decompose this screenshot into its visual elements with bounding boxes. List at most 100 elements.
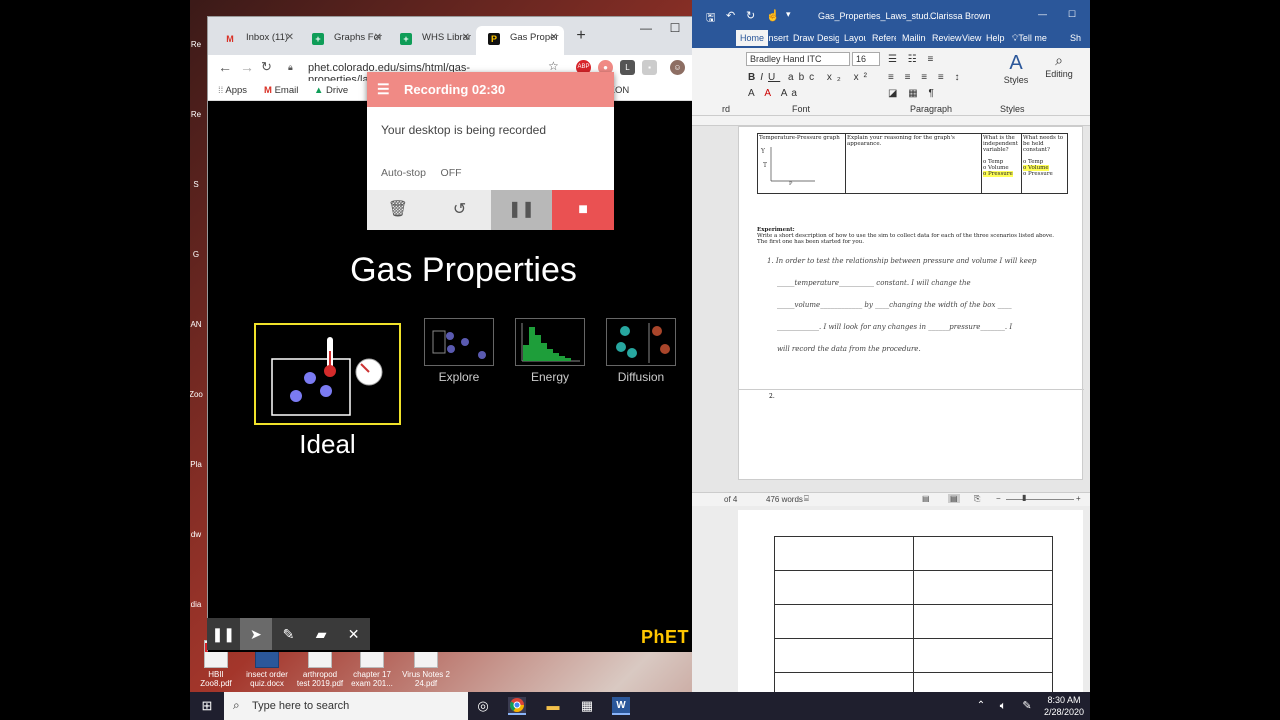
avatar[interactable]: ☺: [670, 60, 685, 75]
hamburger-menu-icon[interactable]: ☰: [377, 81, 390, 98]
print-layout-icon[interactable]: ▤: [948, 494, 960, 503]
tab-design[interactable]: Design: [817, 33, 839, 43]
tab-view[interactable]: View: [962, 33, 981, 43]
desktop-icon-partial[interactable]: dia: [190, 600, 206, 609]
reload-icon[interactable]: ↻: [261, 59, 272, 75]
tab-insert[interactable]: Insert: [766, 33, 789, 43]
restart-icon[interactable]: ↺: [428, 190, 491, 230]
screen-label: Energy: [530, 370, 570, 384]
maximize-button[interactable]: ☐: [1068, 9, 1076, 20]
tab-whs-library[interactable]: + WHS Librar ✕: [388, 26, 476, 55]
new-tab-button[interactable]: +: [566, 27, 596, 45]
font-name-field[interactable]: Bradley Hand ITC: [746, 52, 850, 66]
desktop-icon-partial[interactable]: Re: [190, 40, 206, 49]
document-page-2[interactable]: [738, 510, 1083, 707]
volume-icon[interactable]: 🔈︎: [994, 697, 1012, 715]
word-taskbar-icon[interactable]: W: [612, 697, 630, 715]
read-mode-icon[interactable]: ▤: [922, 494, 930, 503]
close-icon[interactable]: ✕: [550, 32, 558, 43]
clock[interactable]: 8:30 AM 2/28/2020: [1042, 694, 1086, 718]
extension-icon[interactable]: ▪: [642, 60, 657, 75]
desktop-icon-partial[interactable]: Zoo: [190, 390, 206, 399]
pointer-icon[interactable]: ➤: [239, 618, 273, 650]
screen-energy[interactable]: Energy: [515, 318, 585, 384]
chrome-taskbar-icon[interactable]: [508, 697, 526, 715]
chevron-up-icon[interactable]: ⌃: [972, 697, 990, 715]
pause-icon[interactable]: ❚❚: [207, 618, 240, 650]
tab-share[interactable]: Sh: [1070, 33, 1081, 43]
tab-home[interactable]: Home: [736, 30, 769, 46]
tell-me[interactable]: 💡︎Tell me: [1012, 33, 1047, 44]
tab-review[interactable]: Review: [932, 33, 962, 43]
tab-inbox[interactable]: M Inbox (11) ✕: [212, 26, 300, 55]
alignment-buttons[interactable]: ≡ ≡ ≡ ≡ ↕: [888, 72, 963, 83]
tab-layout[interactable]: Layout: [844, 33, 866, 43]
bookmark-drive[interactable]: ▲ Drive: [314, 85, 348, 96]
ruler[interactable]: [692, 116, 1090, 126]
zoom-slider[interactable]: [1006, 499, 1074, 500]
customize-icon[interactable]: ▾: [786, 9, 791, 20]
tab-mailings[interactable]: Mailings: [902, 33, 926, 43]
font-color-buttons[interactable]: A A Aa: [748, 88, 801, 99]
touch-mode-icon[interactable]: ☝: [766, 9, 780, 22]
zoom-out-icon[interactable]: −: [996, 494, 1001, 503]
screen-diffusion[interactable]: Diffusion: [606, 318, 676, 384]
user-name[interactable]: Clarissa Brown: [930, 11, 991, 21]
bookmark-email[interactable]: M Email: [264, 85, 298, 96]
web-layout-icon[interactable]: ⎘: [974, 494, 980, 504]
redo-icon[interactable]: ↻: [746, 9, 755, 22]
font-size-field[interactable]: 16: [852, 52, 880, 66]
maximize-button[interactable]: ☐: [660, 21, 690, 35]
desktop-icon-partial[interactable]: dw: [190, 530, 206, 539]
bookmark-apps[interactable]: ⁞⁞ Apps: [218, 85, 247, 96]
tab-graphs[interactable]: + Graphs For ✕: [300, 26, 388, 55]
document-page[interactable]: Temperature-Pressure graph YT P Explain y…: [738, 126, 1084, 480]
list-buttons[interactable]: ☰ ☷ ≡: [888, 54, 937, 65]
desktop-icon-partial[interactable]: Pla: [190, 460, 206, 469]
eraser-icon[interactable]: ▰: [305, 618, 338, 650]
pen-icon[interactable]: ✎: [272, 618, 305, 650]
close-icon[interactable]: ✕: [462, 32, 470, 43]
pause-icon[interactable]: ❚❚: [490, 190, 553, 230]
tab-gas-properties[interactable]: P Gas Proper ✕: [476, 26, 564, 55]
screen-ideal[interactable]: Ideal: [254, 323, 401, 460]
table-cell: What needs to be held constant? o Temp o…: [1021, 133, 1068, 194]
autostop-row[interactable]: Auto-stop OFF: [367, 167, 614, 190]
close-icon[interactable]: ✕: [374, 32, 382, 43]
star-icon[interactable]: ☆: [548, 59, 559, 73]
page-count[interactable]: of 4: [724, 495, 737, 504]
close-icon[interactable]: ✕: [337, 618, 370, 650]
trash-icon[interactable]: 🗑︎: [367, 190, 429, 230]
screen-explore[interactable]: Explore: [424, 318, 494, 384]
desktop-icon-partial[interactable]: S: [190, 180, 206, 189]
shading-buttons[interactable]: ◪ ▦ ¶: [888, 88, 938, 99]
back-icon[interactable]: ←: [218, 59, 232, 75]
tab-help[interactable]: Help: [986, 33, 1005, 43]
recording-app-icon[interactable]: ◎: [474, 697, 492, 715]
pen-workspace-icon[interactable]: ✎: [1018, 697, 1036, 715]
editing-button[interactable]: ⌕ Editing: [1040, 52, 1078, 79]
forward-icon[interactable]: →: [240, 59, 254, 75]
windows-start-icon[interactable]: ⊞: [198, 697, 216, 715]
file-explorer-icon[interactable]: ▬: [544, 697, 562, 715]
tab-draw[interactable]: Draw: [793, 33, 814, 43]
minimize-button[interactable]: —: [1038, 9, 1047, 19]
zoom-slider-thumb[interactable]: ▮: [1022, 493, 1026, 502]
minimize-button[interactable]: —: [631, 21, 661, 35]
word-count[interactable]: 476 words: [766, 495, 803, 504]
desktop-icon-partial[interactable]: AN: [190, 320, 206, 329]
desktop-icon-partial[interactable]: G: [190, 250, 206, 259]
calculator-icon[interactable]: ▦: [578, 697, 596, 715]
proofing-icon[interactable]: ⌸: [804, 494, 809, 504]
zoom-in-icon[interactable]: +: [1076, 494, 1081, 503]
undo-icon[interactable]: ↶: [726, 9, 735, 22]
stop-icon[interactable]: ■: [552, 190, 614, 230]
extension-l-icon[interactable]: L: [620, 60, 635, 75]
close-icon[interactable]: ✕: [286, 32, 294, 43]
styles-button[interactable]: A Styles: [998, 52, 1034, 85]
save-icon[interactable]: 🖫︎: [706, 9, 715, 28]
tab-references[interactable]: References: [872, 33, 896, 43]
search-input[interactable]: ⌕ Type here to search: [224, 692, 468, 720]
font-format-buttons[interactable]: BIU abc x₂ x²: [748, 72, 872, 83]
desktop-icon-partial[interactable]: Re: [190, 110, 206, 119]
